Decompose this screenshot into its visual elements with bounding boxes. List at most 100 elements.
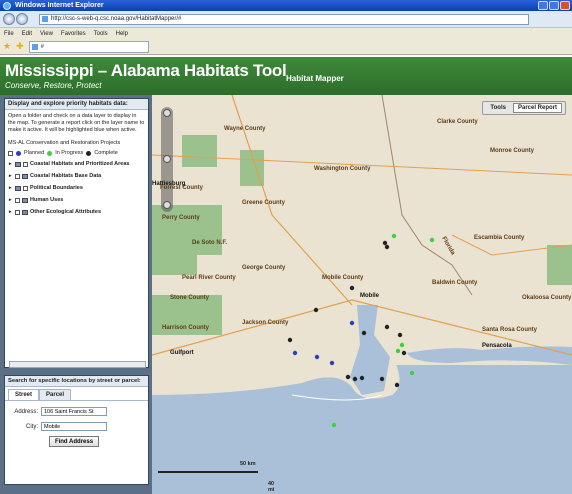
app-header: Mississippi – Alabama Habitats Tool Cons…: [0, 57, 572, 95]
folder-icon: [22, 173, 28, 179]
city-label: Pensacola: [482, 343, 512, 349]
menu-view[interactable]: View: [40, 31, 53, 37]
scale-km: 50 km: [240, 461, 256, 467]
url-field[interactable]: http://csc-s-web-q.csc.noaa.gov/HabitatM…: [39, 13, 529, 25]
forest-area: [547, 245, 572, 285]
tab-label: #: [40, 43, 44, 50]
window-controls: [538, 1, 570, 10]
layer-checkbox[interactable]: [15, 209, 20, 215]
folder-icon: [22, 197, 28, 203]
favorites-star-icon[interactable]: ★: [3, 41, 11, 52]
expand-icon[interactable]: ▸: [9, 173, 13, 179]
city-label: City:: [26, 423, 38, 430]
folder-icon: [15, 185, 21, 191]
river: [381, 95, 473, 296]
zoom-out-icon[interactable]: [163, 201, 171, 209]
layer-row[interactable]: ▸ Coastal Habitats and Prioritized Areas: [5, 158, 148, 170]
map-label: Stone County: [170, 295, 209, 301]
layer-label[interactable]: Other Ecological Attributes: [30, 209, 101, 215]
layer-checkbox[interactable]: [23, 185, 28, 191]
layer-label[interactable]: Coastal Habitats Base Data: [30, 173, 101, 179]
map-label: Perry County: [162, 215, 200, 221]
app-tagline: Conserve, Restore, Protect: [5, 81, 102, 90]
menu-bar: File Edit View Favorites Tools Help: [0, 28, 572, 39]
map-label: Escambia County: [474, 235, 525, 241]
planned-dot-icon: [16, 150, 21, 156]
menu-tools[interactable]: Tools: [94, 31, 108, 37]
menu-help[interactable]: Help: [116, 31, 128, 37]
tools-button[interactable]: Tools: [486, 104, 510, 112]
menu-edit[interactable]: Edit: [22, 31, 32, 37]
close-icon[interactable]: [560, 1, 570, 10]
left-panel: Display and explore priority habitats da…: [0, 95, 152, 494]
app-title: Mississippi – Alabama Habitats Tool: [5, 61, 287, 80]
address-input[interactable]: [41, 407, 107, 416]
minimize-icon[interactable]: [538, 1, 548, 10]
scale-mi: 40 mi: [268, 481, 275, 493]
tab-page-icon: [31, 43, 38, 50]
add-favorite-icon[interactable]: ✚: [16, 41, 24, 52]
expand-icon[interactable]: ▸: [9, 185, 13, 191]
zoom-slider[interactable]: [161, 107, 173, 212]
map-label: Mobile County: [322, 275, 364, 281]
map-label: Okaloosa County: [522, 295, 572, 301]
layer-row[interactable]: ▸ Human Uses: [5, 194, 148, 206]
layer-row[interactable]: ▸ Political Boundaries: [5, 182, 148, 194]
search-panel: Search for specific locations by street …: [4, 375, 149, 485]
map-label: Baldwin County: [432, 280, 478, 286]
layer-label[interactable]: Political Boundaries: [30, 185, 83, 191]
back-icon[interactable]: [3, 13, 15, 25]
layer-row[interactable]: ▸ Coastal Habitats Base Data: [5, 170, 148, 182]
scale-bar: 50 km 40 mi: [158, 460, 274, 493]
search-heading: Search for specific locations by street …: [5, 376, 148, 387]
layers-panel: Display and explore priority habitats da…: [4, 98, 149, 368]
city-input[interactable]: [41, 422, 107, 431]
expand-icon[interactable]: ▸: [9, 161, 13, 167]
forest-area: [182, 135, 217, 167]
map-label: Harrison County: [162, 325, 210, 331]
layer-label[interactable]: Human Uses: [30, 197, 63, 203]
address-row: Address:: [5, 407, 148, 416]
favorites-bar: ★ ✚ #: [0, 39, 572, 55]
menu-favorites[interactable]: Favorites: [61, 31, 86, 37]
tab-street[interactable]: Street: [8, 389, 40, 400]
map-view[interactable]: Tools Parcel Report Wayne County Clarke …: [152, 95, 572, 494]
expand-icon[interactable]: ▸: [9, 197, 13, 203]
layer-label[interactable]: Coastal Habitats and Prioritized Areas: [30, 161, 129, 167]
layer-checkbox[interactable]: [15, 173, 20, 179]
find-address-button[interactable]: Find Address: [49, 436, 99, 447]
map-label: Wayne County: [224, 126, 266, 132]
city-label: Gulfport: [170, 350, 194, 356]
tab-parcel[interactable]: Parcel: [39, 389, 72, 400]
parcel-report-button[interactable]: Parcel Report: [512, 103, 562, 113]
maximize-icon[interactable]: [549, 1, 559, 10]
map-label: Greene County: [242, 200, 286, 206]
city-label: Hattiesburg: [152, 181, 186, 187]
url-text: http://csc-s-web-q.csc.noaa.gov/HabitatM…: [51, 16, 182, 22]
ie-icon: [3, 1, 11, 10]
layer-checkbox[interactable]: [23, 161, 28, 167]
pan-up-icon[interactable]: [163, 109, 171, 117]
project-checkbox[interactable]: [8, 150, 13, 156]
address-label: Address:: [14, 408, 38, 415]
window-title: Windows Internet Explorer: [15, 2, 104, 9]
zoom-handle[interactable]: [163, 155, 171, 163]
expand-icon[interactable]: ▸: [9, 209, 13, 215]
browser-tab[interactable]: #: [28, 40, 149, 53]
horizontal-scrollbar[interactable]: [9, 361, 146, 368]
map-label: Washington County: [314, 166, 371, 172]
layer-row[interactable]: ▸ Other Ecological Attributes: [5, 206, 148, 218]
page-icon: [42, 16, 48, 22]
menu-file[interactable]: File: [4, 31, 14, 37]
legend-planned: Planned: [24, 150, 45, 156]
map-label: Clarke County: [437, 119, 478, 125]
layers-instructions: Open a folder and check on a data layer …: [8, 113, 145, 133]
browser-title-bar: Windows Internet Explorer: [0, 0, 572, 11]
map-label: Monroe County: [490, 148, 534, 154]
layer-checkbox[interactable]: [15, 197, 20, 203]
map-label: Jackson County: [242, 320, 289, 326]
city-row: City:: [5, 422, 148, 431]
forward-icon[interactable]: [16, 13, 28, 25]
city-label: Mobile: [360, 293, 379, 299]
map-label: George County: [242, 265, 286, 271]
